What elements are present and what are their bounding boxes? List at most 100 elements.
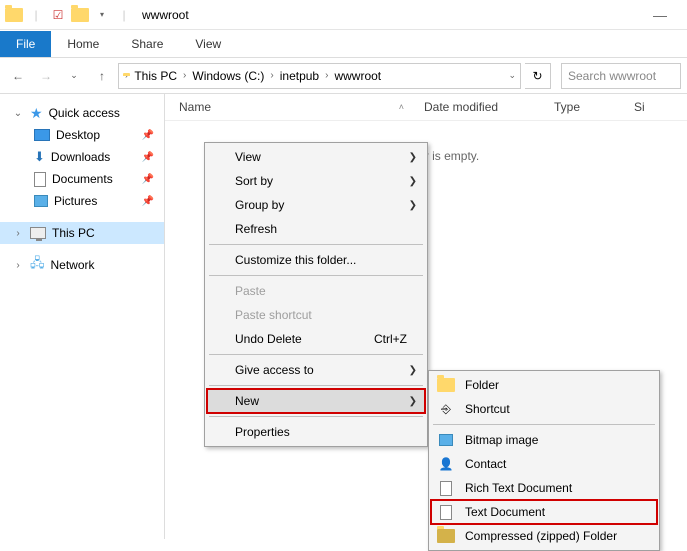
submenu-folder[interactable]: Folder [431,373,657,397]
folder-icon [4,5,24,25]
chevron-right-icon[interactable]: › [12,228,24,239]
refresh-button[interactable]: ↻ [525,63,551,89]
crumb-windows: Windows (C:) [188,69,268,83]
tab-share[interactable]: Share [115,31,179,57]
tree-label: This PC [52,226,95,240]
chevron-right-icon[interactable]: › [12,260,24,271]
crumb-thispc: This PC [130,69,181,83]
menu-customize[interactable]: Customize this folder... [207,248,425,272]
tree-label: Network [51,258,95,272]
up-button[interactable]: ↑ [90,64,114,88]
menu-separator [209,385,423,386]
column-headers: Name˄ Date modified Type Si [165,94,687,121]
address-dropdown[interactable]: ⌄ [508,70,516,81]
context-menu: View❯ Sort by❯ Group by❯ Refresh Customi… [204,142,428,447]
tree-label: Desktop [56,128,100,142]
pin-icon: 📌 [142,196,160,207]
qat-sep2: | [114,5,134,25]
tree-documents[interactable]: Documents 📌 [0,168,164,190]
col-type[interactable]: Type [554,100,634,114]
menu-sortby[interactable]: Sort by❯ [207,169,425,193]
tree-downloads[interactable]: ⬇ Downloads 📌 [0,146,164,168]
col-name[interactable]: Name˄ [179,100,424,114]
chevron-right-icon: ❯ [409,200,417,211]
pin-icon: 📌 [142,174,160,185]
chevron-right-icon[interactable]: › [183,70,186,81]
chevron-down-icon[interactable]: ⌄ [12,108,24,119]
chevron-right-icon: ❯ [409,176,417,187]
back-button[interactable]: ← [6,64,30,88]
star-icon: ★ [30,105,43,122]
tree-desktop[interactable]: Desktop 📌 [0,124,164,146]
pin-icon: 📌 [142,130,160,141]
menu-separator [433,424,655,425]
tree-this-pc[interactable]: › This PC [0,222,164,244]
chevron-right-icon: ❯ [409,365,417,376]
ribbon-tabs: File Home Share View [0,30,687,58]
rtf-icon [437,479,455,497]
menu-paste-shortcut: Paste shortcut [207,303,425,327]
download-icon: ⬇ [34,149,45,165]
sort-indicator-icon: ˄ [399,102,404,112]
window-title: wwwroot [142,8,189,22]
search-input[interactable]: Search wwwroot [561,63,681,89]
menu-separator [209,416,423,417]
chevron-right-icon: ❯ [409,152,417,163]
submenu-contact[interactable]: 👤Contact [431,452,657,476]
menu-separator [209,354,423,355]
crumb-inetpub: inetpub [276,69,323,83]
menu-new[interactable]: New❯ [207,389,425,413]
tree-label: Quick access [49,106,120,120]
zip-icon [437,527,455,545]
contact-icon: 👤 [437,455,455,473]
submenu-shortcut[interactable]: ⎆Shortcut [431,397,657,421]
tab-view[interactable]: View [179,31,237,57]
pc-icon [30,227,46,239]
forward-button[interactable]: → [34,64,58,88]
submenu-text-document[interactable]: Text Document [431,500,657,524]
folder-icon [437,376,455,394]
chevron-right-icon[interactable]: › [325,70,328,81]
submenu-bitmap[interactable]: Bitmap image [431,428,657,452]
submenu-new: Folder ⎆Shortcut Bitmap image 👤Contact R… [428,370,660,551]
menu-give-access[interactable]: Give access to❯ [207,358,425,382]
newfolder-icon[interactable] [70,5,90,25]
menu-properties[interactable]: Properties [207,420,425,444]
document-icon [34,172,46,187]
titlebar: | ☑ ▾ | wwwroot — [0,0,687,30]
tree-label: Documents [52,172,113,186]
tab-home[interactable]: Home [51,31,115,57]
menu-groupby[interactable]: Group by❯ [207,193,425,217]
qat-sep: | [26,5,46,25]
properties-icon[interactable]: ☑ [48,5,68,25]
address-bar[interactable]: › This PC › Windows (C:) › inetpub › www… [118,63,521,89]
menu-separator [209,275,423,276]
minimize-button[interactable]: — [653,7,667,23]
menu-separator [209,244,423,245]
submenu-zip[interactable]: Compressed (zipped) Folder [431,524,657,548]
navbar: ← → ⌄ ↑ › This PC › Windows (C:) › inetp… [0,58,687,94]
qat-dropdown-icon[interactable]: ▾ [92,5,112,25]
tree-quick-access[interactable]: ⌄ ★ Quick access [0,102,164,124]
network-icon: 🖧 [30,254,45,276]
menu-refresh[interactable]: Refresh [207,217,425,241]
bitmap-icon [437,431,455,449]
menu-view[interactable]: View❯ [207,145,425,169]
tree-pictures[interactable]: Pictures 📌 [0,190,164,212]
col-date[interactable]: Date modified [424,100,554,114]
tab-file[interactable]: File [0,31,51,57]
chevron-right-icon: ❯ [409,396,417,407]
submenu-rtf[interactable]: Rich Text Document [431,476,657,500]
tree-label: Pictures [54,194,97,208]
menu-undo-delete[interactable]: Undo DeleteCtrl+Z [207,327,425,351]
pin-icon: 📌 [142,152,160,163]
tree-network[interactable]: › 🖧 Network [0,254,164,276]
text-icon [437,503,455,521]
chevron-right-icon[interactable]: › [125,70,128,81]
crumb-wwwroot: wwwroot [330,69,385,83]
chevron-right-icon[interactable]: › [270,70,273,81]
nav-tree: ⌄ ★ Quick access Desktop 📌 ⬇ Downloads 📌… [0,94,165,539]
tree-label: Downloads [51,150,110,164]
history-dropdown[interactable]: ⌄ [62,64,86,88]
col-size[interactable]: Si [634,100,687,114]
